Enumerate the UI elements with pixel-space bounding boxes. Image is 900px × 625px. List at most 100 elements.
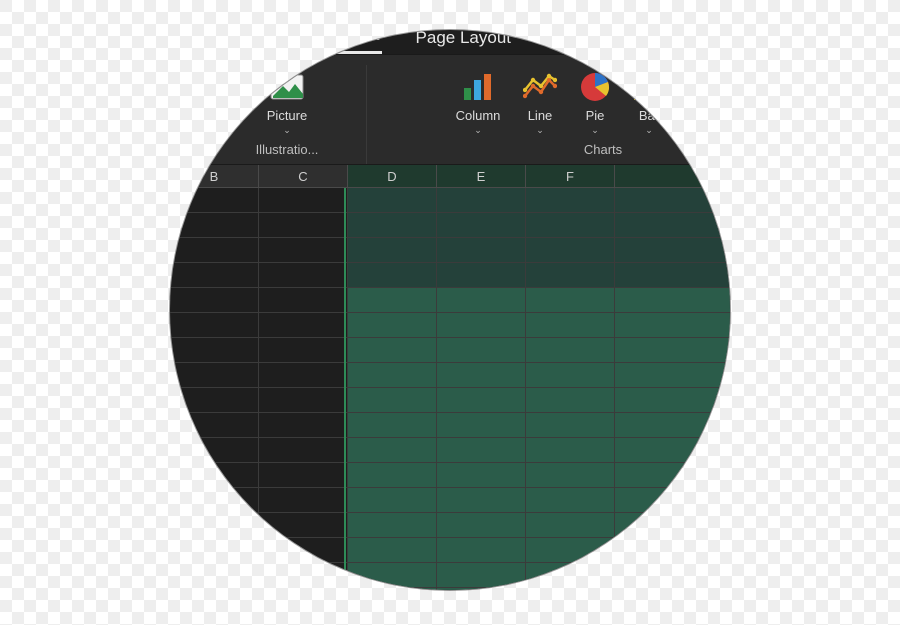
cell[interactable] xyxy=(259,438,348,463)
cell[interactable] xyxy=(348,188,437,213)
cell[interactable] xyxy=(170,363,259,388)
cell[interactable] xyxy=(170,263,259,288)
spreadsheet-grid[interactable] xyxy=(170,188,730,590)
cell[interactable] xyxy=(615,488,730,513)
cell[interactable] xyxy=(348,263,437,288)
cell[interactable] xyxy=(170,488,259,513)
cell[interactable] xyxy=(170,288,259,313)
cell[interactable] xyxy=(348,413,437,438)
cell[interactable] xyxy=(259,188,348,213)
cell[interactable] xyxy=(615,438,730,463)
cell[interactable] xyxy=(259,563,348,588)
cell[interactable] xyxy=(259,488,348,513)
cell[interactable] xyxy=(437,463,526,488)
cell[interactable] xyxy=(170,238,259,263)
col-header-f[interactable]: F xyxy=(526,165,615,187)
cell[interactable] xyxy=(526,588,615,590)
cell[interactable] xyxy=(170,213,259,238)
cell[interactable] xyxy=(526,463,615,488)
cell[interactable] xyxy=(437,263,526,288)
tab-page-layout[interactable]: Page Layout xyxy=(414,30,513,54)
cell[interactable] xyxy=(170,538,259,563)
cell[interactable] xyxy=(348,538,437,563)
cell[interactable] xyxy=(259,338,348,363)
cell[interactable] xyxy=(526,238,615,263)
cell[interactable] xyxy=(437,338,526,363)
cell[interactable] xyxy=(526,338,615,363)
cell[interactable] xyxy=(170,413,259,438)
cell[interactable] xyxy=(615,538,730,563)
cell[interactable] xyxy=(348,388,437,413)
cell[interactable] xyxy=(259,463,348,488)
cell[interactable] xyxy=(437,288,526,313)
cell[interactable] xyxy=(526,563,615,588)
cell[interactable] xyxy=(437,513,526,538)
col-header-g[interactable] xyxy=(615,165,730,187)
cell[interactable] xyxy=(615,313,730,338)
cell[interactable] xyxy=(526,388,615,413)
cell[interactable] xyxy=(615,238,730,263)
cell[interactable] xyxy=(259,263,348,288)
cell[interactable] xyxy=(170,338,259,363)
cell[interactable] xyxy=(615,463,730,488)
cell[interactable] xyxy=(615,388,730,413)
cell[interactable] xyxy=(170,463,259,488)
cell[interactable] xyxy=(348,488,437,513)
cell[interactable] xyxy=(170,388,259,413)
cell[interactable] xyxy=(348,463,437,488)
chart-area-button[interactable]: Area ⌄ xyxy=(676,65,730,136)
cell[interactable] xyxy=(526,363,615,388)
cell[interactable] xyxy=(170,438,259,463)
col-header-b[interactable]: B xyxy=(170,165,259,187)
cell[interactable] xyxy=(348,438,437,463)
cell[interactable] xyxy=(615,263,730,288)
col-header-d[interactable]: D xyxy=(348,165,437,187)
cell[interactable] xyxy=(526,488,615,513)
cell[interactable] xyxy=(615,513,730,538)
cell[interactable] xyxy=(170,313,259,338)
chart-bar-button[interactable]: Bar ⌄ xyxy=(622,65,676,136)
cell[interactable] xyxy=(259,363,348,388)
col-header-e[interactable]: E xyxy=(437,165,526,187)
chart-pie-button[interactable]: Pie ⌄ xyxy=(568,65,622,136)
chart-line-button[interactable]: Line ⌄ xyxy=(512,65,568,136)
cell[interactable] xyxy=(526,288,615,313)
cell[interactable] xyxy=(526,188,615,213)
cell[interactable] xyxy=(259,238,348,263)
cell[interactable] xyxy=(437,438,526,463)
cell[interactable] xyxy=(437,188,526,213)
cell[interactable] xyxy=(526,438,615,463)
cell[interactable] xyxy=(615,588,730,590)
cell[interactable] xyxy=(526,213,615,238)
cell[interactable] xyxy=(259,588,348,590)
cell[interactable] xyxy=(437,238,526,263)
cell[interactable] xyxy=(526,513,615,538)
cell[interactable] xyxy=(437,363,526,388)
cell[interactable] xyxy=(615,413,730,438)
cell[interactable] xyxy=(259,288,348,313)
cell[interactable] xyxy=(259,213,348,238)
cell[interactable] xyxy=(259,413,348,438)
cell[interactable] xyxy=(437,213,526,238)
cell[interactable] xyxy=(437,563,526,588)
cell[interactable] xyxy=(259,313,348,338)
cell[interactable] xyxy=(348,588,437,590)
cell[interactable] xyxy=(437,413,526,438)
cell[interactable] xyxy=(348,213,437,238)
tab-insert[interactable]: Insert xyxy=(335,30,382,54)
cell[interactable] xyxy=(615,288,730,313)
cell[interactable] xyxy=(170,563,259,588)
cell[interactable] xyxy=(526,538,615,563)
cell[interactable] xyxy=(526,263,615,288)
cell[interactable] xyxy=(526,313,615,338)
cell[interactable] xyxy=(348,513,437,538)
cell[interactable] xyxy=(437,488,526,513)
cell[interactable] xyxy=(348,363,437,388)
cell[interactable] xyxy=(526,413,615,438)
cell[interactable] xyxy=(437,313,526,338)
cell[interactable] xyxy=(348,563,437,588)
cell[interactable] xyxy=(615,188,730,213)
cell[interactable] xyxy=(615,213,730,238)
cell[interactable] xyxy=(348,238,437,263)
cell[interactable] xyxy=(259,538,348,563)
